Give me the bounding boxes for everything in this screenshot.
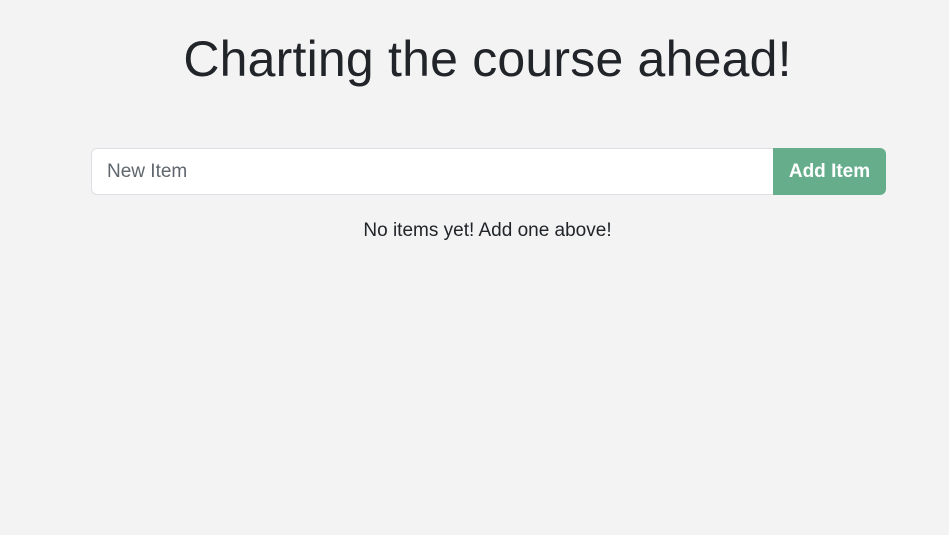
page-title: Charting the course ahead!: [183, 31, 792, 87]
app-page: Charting the course ahead! Add Item No i…: [0, 0, 949, 535]
add-item-button[interactable]: Add Item: [773, 148, 886, 195]
empty-list-message: No items yet! Add one above!: [363, 220, 612, 241]
add-item-form: Add Item: [91, 148, 886, 195]
new-item-input[interactable]: [91, 148, 773, 195]
